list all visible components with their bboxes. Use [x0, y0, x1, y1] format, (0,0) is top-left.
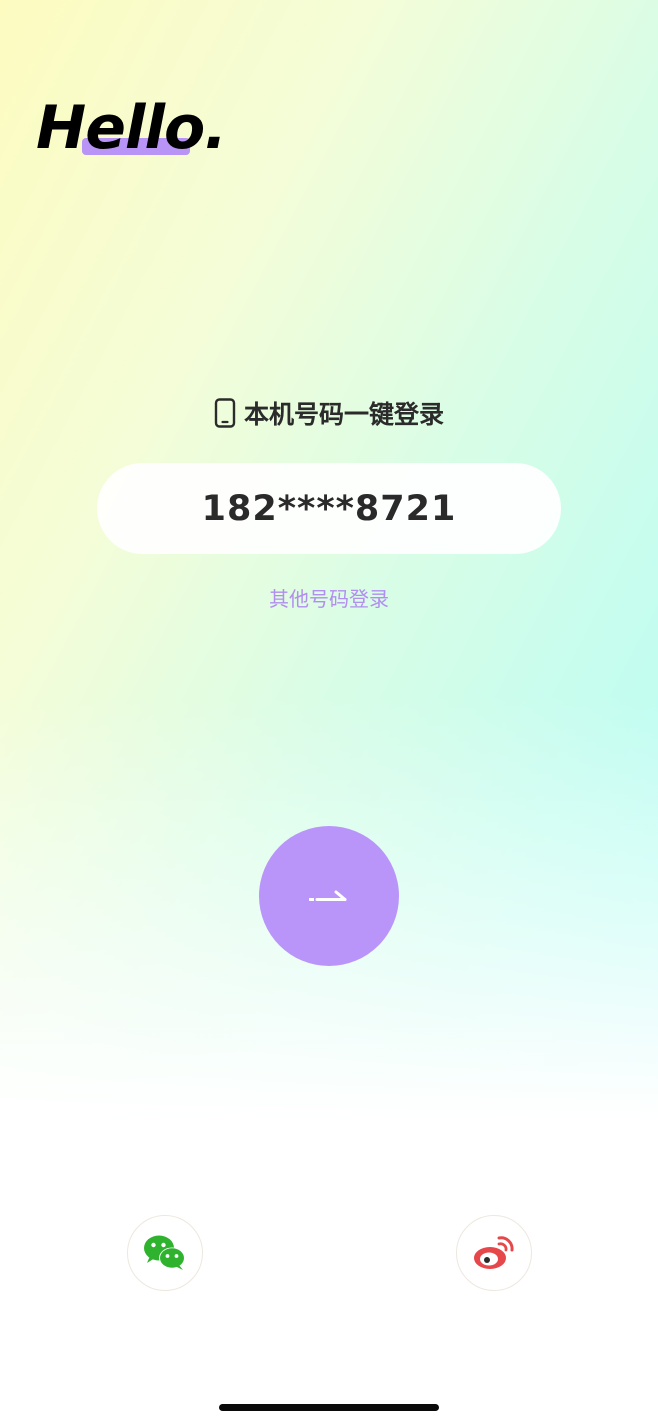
phone-icon [214, 398, 236, 428]
one-key-login-label: 本机号码一键登录 [243, 400, 444, 429]
weibo-login-button[interactable] [456, 1215, 532, 1291]
other-number-login-link[interactable]: 其他号码登录 [0, 583, 658, 615]
wechat-login-button[interactable] [127, 1215, 203, 1291]
greeting-dot: . [204, 93, 227, 163]
phone-number-text: 182****8721 [201, 488, 457, 529]
wechat-icon [144, 1235, 185, 1270]
weibo-icon [474, 1236, 514, 1269]
one-key-login-header: 本机号码一键登录 [0, 393, 658, 433]
greeting-text: Hello [36, 93, 205, 163]
home-indicator [219, 1404, 439, 1411]
login-submit-button[interactable] [259, 826, 399, 966]
login-screen: Hello. 本机号码一键登录 182****8721 其他号码登录 [0, 0, 658, 1425]
arrow-right-icon [309, 890, 347, 901]
phone-number-field: 182****8721 [97, 463, 561, 554]
greeting-title: Hello. [36, 88, 227, 168]
